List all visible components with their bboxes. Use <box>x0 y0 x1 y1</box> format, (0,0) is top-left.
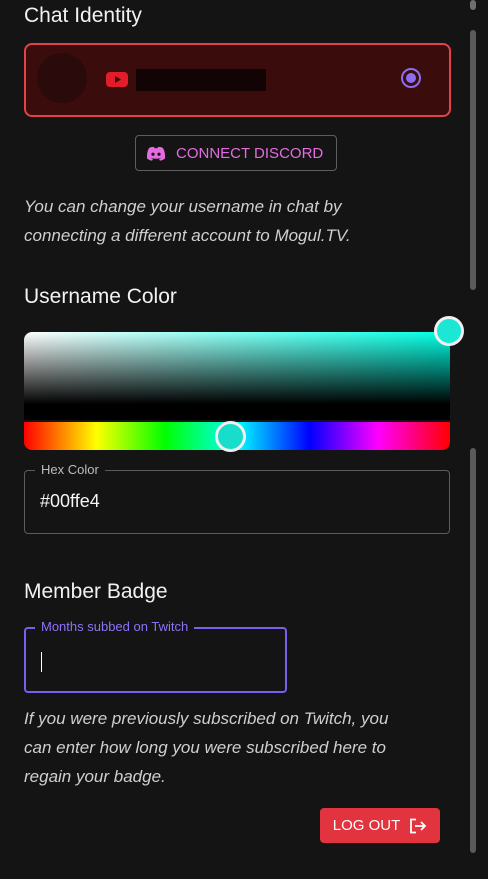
connect-discord-label: CONNECT DISCORD <box>176 144 324 162</box>
hex-color-field[interactable]: Hex Color #00ffe4 <box>24 462 450 534</box>
chat-identity-account-card[interactable] <box>24 43 451 117</box>
identity-help-line-2: connecting a different account to Mogul.… <box>24 226 351 245</box>
logout-label: LOG OUT <box>332 817 401 834</box>
text-caret <box>41 652 42 672</box>
identity-help-line-1: You can change your username in chat by <box>24 197 342 216</box>
account-name-redacted <box>136 69 266 91</box>
logout-icon <box>410 818 427 833</box>
hex-color-input[interactable]: #00ffe4 <box>40 491 100 512</box>
identity-help-text: You can change your username in chat by … <box>24 192 454 250</box>
color-picker-handle[interactable] <box>434 316 464 346</box>
logout-button[interactable]: LOG OUT <box>320 808 440 843</box>
radio-dot <box>406 73 416 83</box>
months-subbed-label: Months subbed on Twitch <box>35 619 195 634</box>
connect-discord-button[interactable]: CONNECT DISCORD <box>135 135 337 171</box>
member-badge-heading: Member Badge <box>24 580 168 603</box>
badge-help-text: If you were previously subscribed on Twi… <box>24 704 454 791</box>
badge-help-line-1: If you were previously subscribed on Twi… <box>24 709 389 728</box>
avatar <box>37 53 87 103</box>
hue-slider-handle[interactable] <box>215 421 246 452</box>
badge-help-line-2: can enter how long you were subscribed h… <box>24 738 386 757</box>
badge-help-line-3: regain your badge. <box>24 767 166 786</box>
months-subbed-field[interactable]: Months subbed on Twitch <box>24 619 287 693</box>
scrollbar[interactable] <box>470 0 478 879</box>
account-radio-selected[interactable] <box>401 68 421 88</box>
chat-identity-heading: Chat Identity <box>24 4 142 27</box>
saturation-value-picker[interactable] <box>24 332 450 420</box>
scrollbar-thumb[interactable] <box>470 448 476 853</box>
scrollbar-top-segment[interactable] <box>470 0 476 10</box>
youtube-icon <box>106 72 128 87</box>
username-color-heading: Username Color <box>24 285 177 308</box>
discord-icon <box>146 146 166 161</box>
hex-color-label: Hex Color <box>35 462 105 477</box>
scrollbar-upper-thumb[interactable] <box>470 30 476 290</box>
